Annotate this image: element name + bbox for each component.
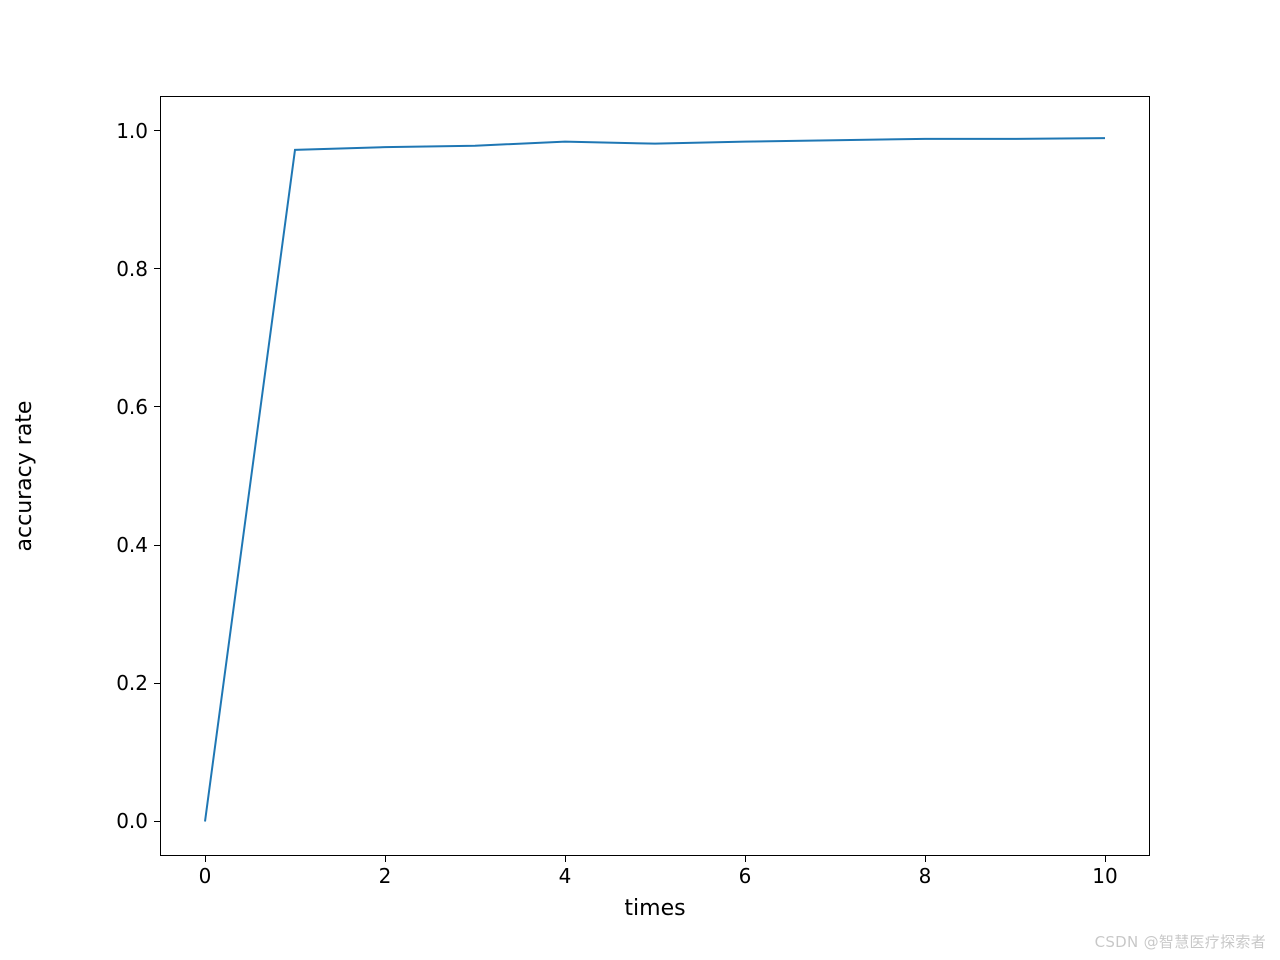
x-tick-label: 10 xyxy=(1092,864,1117,888)
x-tick xyxy=(565,856,566,862)
watermark-text: CSDN @智慧医疗探索者 xyxy=(1095,931,1266,952)
y-tick xyxy=(154,821,160,822)
y-tick-label: 0.4 xyxy=(116,533,148,557)
line-plot-svg xyxy=(160,96,1150,856)
y-tick-label: 0.8 xyxy=(116,257,148,281)
x-tick xyxy=(1105,856,1106,862)
y-tick-label: 0.6 xyxy=(116,395,148,419)
y-tick xyxy=(154,683,160,684)
data-line xyxy=(205,138,1105,821)
plot-axes: 02468100.00.20.40.60.81.0 times accuracy… xyxy=(160,96,1150,856)
figure: 0 2 4 6 8 10 0.0 0.2 0.4 0.6 0.8 1.0 times accuracy… xyxy=(0,0,1280,960)
x-tick-label: 4 xyxy=(559,864,572,888)
y-tick xyxy=(154,268,160,269)
y-tick-label: 0.2 xyxy=(116,671,148,695)
y-tick-label: 0.0 xyxy=(116,809,148,833)
x-tick-label: 6 xyxy=(739,864,752,888)
y-axis-label: accuracy rate xyxy=(12,401,37,552)
y-tick-label: 1.0 xyxy=(116,119,148,143)
y-tick xyxy=(154,406,160,407)
x-tick-label: 2 xyxy=(379,864,392,888)
x-tick xyxy=(925,856,926,862)
x-tick xyxy=(385,856,386,862)
x-tick-label: 0 xyxy=(199,864,212,888)
x-tick-label: 8 xyxy=(919,864,932,888)
x-tick xyxy=(205,856,206,862)
y-tick xyxy=(154,545,160,546)
x-tick xyxy=(745,856,746,862)
x-axis-label: times xyxy=(624,896,685,921)
y-tick xyxy=(154,130,160,131)
